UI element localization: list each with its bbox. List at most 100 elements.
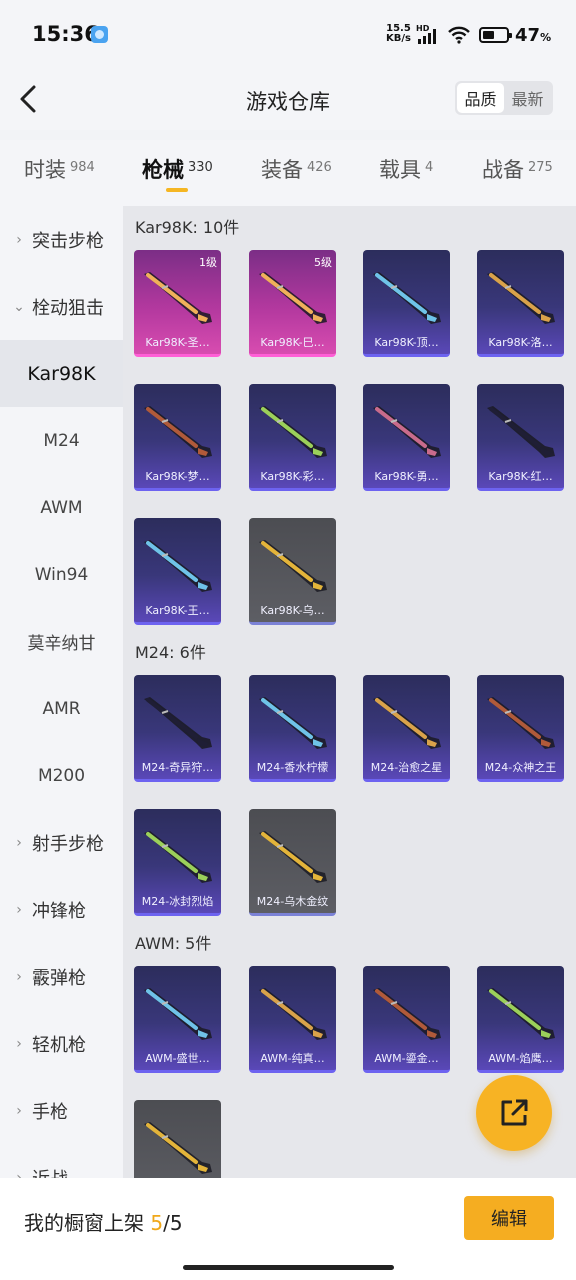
rifle-icon (144, 1122, 212, 1174)
sidebar-item-bolt-sniper[interactable]: ⌄ 栓动狙击 (0, 273, 123, 340)
sort-latest-button[interactable]: 最新 (504, 83, 551, 113)
weapon-skin-card[interactable]: Kar98K-红… (477, 384, 564, 491)
chevron-right-icon: › (16, 968, 22, 985)
weapon-skin-card[interactable]: M24-众神之王 (477, 675, 564, 782)
sidebar-item-mosin[interactable]: 莫辛纳甘 (0, 608, 123, 675)
battery-icon (479, 27, 512, 43)
network-speed: 15.5 KB/s (386, 23, 411, 44)
weapon-skin-name: M24-奇异狩… (141, 761, 214, 774)
chevron-right-icon: › (16, 834, 22, 851)
rifle-icon (259, 272, 327, 324)
weapon-skin-card[interactable]: M24-冰封烈焰 (134, 809, 221, 916)
weapon-skin-name: Kar98K-王… (145, 604, 210, 617)
weapon-skin-card[interactable]: Kar98K-王… (134, 518, 221, 625)
page-header: 游戏仓库 品质 最新 (0, 70, 576, 130)
weapon-skin-name: AWM-焰鹰… (488, 1052, 553, 1065)
rifle-icon (144, 831, 212, 883)
status-bar: 15:36 15.5 KB/s HD 47% (0, 0, 576, 70)
sidebar-item-melee[interactable]: ›近战 (0, 1144, 123, 1179)
level-badge: 5级 (314, 256, 332, 269)
weapon-skin-card[interactable]: 1级 Kar98K-圣… (134, 250, 221, 357)
weapon-skin-name: M24-冰封烈焰 (141, 895, 214, 908)
tab-vehicles[interactable]: 载具 4 (379, 154, 433, 184)
wifi-icon (448, 26, 470, 44)
weapon-skin-name: AWM-盛世… (145, 1052, 210, 1065)
showcase-shelf-status: 我的橱窗上架 5/5 (24, 1211, 183, 1235)
weapon-skin-card[interactable]: M24-奇异狩… (134, 675, 221, 782)
sidebar-item-shotgun[interactable]: › 霰弹枪 (0, 943, 123, 1010)
weapon-skin-name: M24-众神之王 (484, 761, 557, 774)
weapon-skin-name: M24-乌木金纹 (256, 895, 329, 908)
weapon-skin-card[interactable]: Kar98K-勇… (363, 384, 450, 491)
sidebar-item-kar98k[interactable]: Kar98K (0, 340, 123, 407)
sort-quality-button[interactable]: 品质 (457, 83, 504, 113)
sidebar-item-awm[interactable]: AWM (0, 474, 123, 541)
home-indicator (183, 1265, 394, 1270)
weapon-skin-name: Kar98K-乌… (260, 604, 325, 617)
weapon-skin-name: Kar98K-巳… (260, 336, 325, 349)
weapon-skin-card[interactable]: M24-治愈之星 (363, 675, 450, 782)
weapon-type-sidebar: › 突击步枪 ⌄ 栓动狙击 Kar98K M24 AWM Win94 莫辛纳甘 AM… (0, 206, 123, 1178)
level-badge: 1级 (199, 256, 217, 269)
tab-fashion[interactable]: 时装 984 (24, 154, 95, 184)
weapon-skin-name: Kar98K-圣… (145, 336, 210, 349)
active-tab-indicator (166, 188, 188, 192)
weapon-skin-card[interactable]: Kar98K-乌… (249, 518, 336, 625)
sidebar-item-win94[interactable]: Win94 (0, 541, 123, 608)
chevron-right-icon: › (16, 231, 22, 248)
weapon-skin-card[interactable]: M24-乌木金纹 (249, 809, 336, 916)
rifle-icon (487, 406, 555, 458)
weapon-skin-card[interactable]: Kar98K-顶… (363, 250, 450, 357)
rifle-icon (144, 697, 212, 749)
weapon-skin-name: AWM-纯真… (260, 1052, 325, 1065)
weapon-skin-name: Kar98K-洛… (488, 336, 553, 349)
weapon-skin-name: Kar98K-勇… (374, 470, 439, 483)
rifle-icon (373, 988, 441, 1040)
rifle-icon (144, 406, 212, 458)
tab-supplies[interactable]: 战备 275 (482, 154, 553, 184)
edit-button[interactable]: 编辑 (464, 1196, 554, 1240)
sidebar-item-m200[interactable]: M200 (0, 742, 123, 809)
rifle-icon (487, 697, 555, 749)
status-time: 15:36 (32, 22, 99, 46)
weapon-skin-card[interactable]: AWM-焰鹰… (477, 966, 564, 1073)
weapon-skin-card[interactable]: AWM-鎏金… (363, 966, 450, 1073)
share-button[interactable] (476, 1075, 552, 1151)
rifle-icon (144, 272, 212, 324)
weapon-skin-card[interactable]: AWM-盛世… (134, 966, 221, 1073)
sidebar-item-m24[interactable]: M24 (0, 407, 123, 474)
rifle-icon (259, 831, 327, 883)
rifle-icon (259, 988, 327, 1040)
chevron-right-icon: › (16, 1035, 22, 1052)
sidebar-item-assault-rifle[interactable]: › 突击步枪 (0, 206, 123, 273)
section-title: M24: 6件 (135, 643, 206, 662)
weapon-skin-card[interactable]: Kar98K-洛… (477, 250, 564, 357)
sidebar-item-amr[interactable]: AMR (0, 675, 123, 742)
sidebar-item-pistol[interactable]: › 手枪 (0, 1077, 123, 1144)
sidebar-item-dmr[interactable]: › 射手步枪 (0, 809, 123, 876)
rifle-icon (144, 988, 212, 1040)
weapon-skin-name: Kar98K-彩… (260, 470, 325, 483)
section-title: AWM: 5件 (135, 934, 212, 953)
weapon-skin-card[interactable]: Kar98K-彩… (249, 384, 336, 491)
chevron-right-icon: › (16, 1102, 22, 1119)
rifle-icon (373, 272, 441, 324)
weapon-skin-card[interactable]: 5级 Kar98K-巳… (249, 250, 336, 357)
rifle-icon (373, 697, 441, 749)
chevron-down-icon: ⌄ (13, 298, 25, 315)
tab-equipment[interactable]: 装备 426 (261, 154, 332, 184)
weapon-skin-card[interactable]: M24-香水柠檬 (249, 675, 336, 782)
bottom-bar: 我的橱窗上架 5/5 编辑 (0, 1178, 576, 1280)
sidebar-item-lmg[interactable]: › 轻机枪 (0, 1010, 123, 1077)
rifle-icon (259, 540, 327, 592)
sidebar-item-smg[interactable]: › 冲锋枪 (0, 876, 123, 943)
weapon-skin-grid: Kar98K: 10件 1级 Kar98K-圣… 5级 Kar98K-巳… Kar98K-… (123, 206, 576, 1178)
share-external-icon (501, 1099, 528, 1126)
sort-toggle: 品质 最新 (455, 81, 553, 115)
chevron-right-icon: › (16, 1169, 22, 1179)
weapon-skin-card[interactable]: AWM-乌木… (134, 1100, 221, 1178)
tab-guns[interactable]: 枪械 330 (142, 154, 213, 184)
weapon-skin-card[interactable]: AWM-纯真… (249, 966, 336, 1073)
rifle-icon (487, 988, 555, 1040)
weapon-skin-card[interactable]: Kar98K-梦… (134, 384, 221, 491)
